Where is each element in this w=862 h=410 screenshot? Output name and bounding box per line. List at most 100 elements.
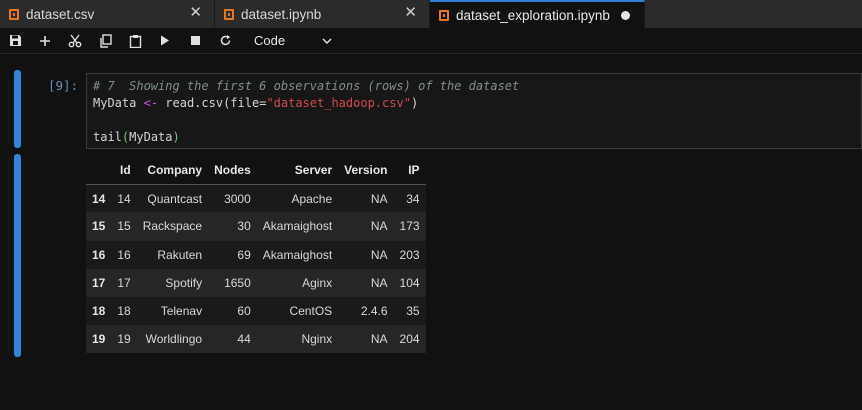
table-cell: Aginx [302, 275, 333, 290]
table-cell: 30 [237, 219, 251, 234]
cell-type-value: Code [254, 33, 286, 48]
table-cell: 60 [237, 304, 251, 319]
table-cell: Akamaighost [262, 247, 333, 262]
column-header: Company [136, 156, 209, 185]
unsaved-dot-icon[interactable] [621, 11, 630, 20]
row-index: 16 [92, 247, 106, 262]
notebook-icon [439, 9, 449, 21]
table-body: 14 14 Quantcast 3000 Apache NA 34 15 15 Rackspace… [86, 184, 426, 354]
cell-collapser[interactable] [14, 70, 21, 148]
column-header: Server [256, 156, 339, 185]
table-row: 16 16 Rakuten 69 Akamaighost NA 203 [86, 240, 426, 269]
row-index: 15 [92, 219, 106, 234]
insert-cell-button[interactable] [30, 28, 60, 54]
run-button[interactable] [150, 28, 180, 54]
tab-dataset-exploration-ipynb[interactable]: dataset_exploration.ipynb [430, 0, 645, 28]
tab-bar: dataset.csv ✕ dataset.ipynb ✕ dataset_ex… [0, 0, 862, 28]
table-cell: 203 [399, 247, 420, 262]
table-row: 15 15 Rackspace 30 Akamaighost NA 173 [86, 212, 426, 241]
stop-button[interactable] [180, 28, 210, 54]
table-header-row: Id Company Nodes Server Version IP [86, 156, 426, 185]
table-cell: 15 [117, 219, 131, 234]
table-cell: Quantcast [147, 191, 203, 206]
tab-label: dataset.csv [26, 6, 95, 22]
table-cell: NA [370, 275, 388, 290]
column-header: Nodes [208, 156, 257, 185]
table-cell: 16 [117, 247, 131, 262]
row-index: 18 [92, 304, 106, 319]
table-cell: Rackspace [142, 219, 203, 234]
tab-dataset-csv[interactable]: dataset.csv ✕ [0, 0, 215, 28]
code-comment: # 7 Showing the first 6 observations (ro… [93, 79, 520, 93]
table-cell: CentOS [289, 304, 333, 319]
cut-button[interactable] [60, 28, 90, 54]
plus-icon [40, 35, 50, 46]
table-cell: 2.4.6 [360, 304, 388, 319]
table-cell: NA [370, 332, 388, 347]
column-header: IP [393, 156, 426, 185]
table-cell: 35 [406, 304, 420, 319]
table-cell: 17 [117, 275, 131, 290]
table-cell: NA [370, 247, 388, 262]
tab-label: dataset.ipynb [241, 6, 322, 22]
table-row: 17 17 Spotify 1650 Aginx NA 104 [86, 268, 426, 297]
table-cell: 3000 [224, 191, 251, 206]
table-cell: 44 [237, 332, 251, 347]
table-row: 19 19 Worldlingo 44 Nginx NA 204 [86, 325, 426, 354]
table-cell: Nginx [301, 332, 333, 347]
code-line-tail: tail(MyData) [93, 130, 180, 144]
copy-button[interactable] [90, 28, 120, 54]
close-icon[interactable]: ✕ [189, 5, 202, 21]
paste-icon [129, 34, 141, 48]
file-icon [9, 8, 19, 20]
table-cell: NA [370, 191, 388, 206]
table-cell: 18 [117, 304, 131, 319]
table-cell: 204 [399, 332, 420, 347]
table-cell: Apache [291, 191, 333, 206]
table-cell: Rakuten [157, 247, 203, 262]
cell-prompt: [9]: [48, 78, 79, 93]
table-cell: Worldlingo [145, 332, 203, 347]
tab-label: dataset_exploration.ipynb [456, 7, 610, 23]
table-cell: 14 [117, 191, 131, 206]
table-row: 14 14 Quantcast 3000 Apache NA 34 [86, 184, 426, 213]
output-table: Id Company Nodes Server Version IP 14 14 Quantc… [86, 156, 426, 354]
column-header: Id [111, 156, 137, 185]
cell-type-select[interactable]: Code [254, 31, 332, 51]
cell-output: Id Company Nodes Server Version IP 14 14 Quantc… [86, 156, 426, 354]
table-row: 18 18 Telenav 60 CentOS 2.4.6 35 [86, 296, 426, 326]
save-button[interactable] [0, 28, 30, 54]
row-index: 17 [92, 275, 106, 290]
cut-icon [68, 34, 82, 47]
table-cell: 104 [399, 275, 420, 290]
row-index: 14 [92, 191, 106, 206]
chevron-down-icon [322, 37, 332, 44]
save-icon [9, 35, 21, 46]
row-index: 19 [92, 332, 106, 347]
close-icon[interactable]: ✕ [404, 5, 417, 21]
paste-button[interactable] [120, 28, 150, 54]
table-cell: 34 [406, 191, 420, 206]
index-header [86, 156, 112, 185]
stop-icon [190, 36, 200, 45]
table-cell: 19 [117, 332, 131, 347]
output-collapser[interactable] [14, 154, 21, 357]
code-line-read: MyData <- read.csv(file="dataset_hadoop.… [93, 96, 419, 110]
table-cell: 69 [237, 247, 251, 262]
tab-dataset-ipynb[interactable]: dataset.ipynb ✕ [215, 0, 430, 28]
run-icon [161, 35, 169, 46]
column-header: Version [338, 156, 394, 185]
table-cell: NA [370, 219, 388, 234]
restart-button[interactable] [210, 28, 240, 54]
table-cell: Akamaighost [262, 219, 333, 234]
notebook-toolbar: Code [0, 28, 862, 54]
copy-icon [99, 33, 112, 48]
table-cell: 173 [399, 219, 420, 234]
table-cell: Spotify [165, 275, 203, 290]
restart-icon [220, 34, 230, 46]
table-cell: 1650 [224, 275, 251, 290]
table-cell: Telenav [160, 304, 203, 319]
notebook-icon [224, 8, 234, 20]
code-editor[interactable]: # 7 Showing the first 6 observations (ro… [86, 73, 862, 149]
